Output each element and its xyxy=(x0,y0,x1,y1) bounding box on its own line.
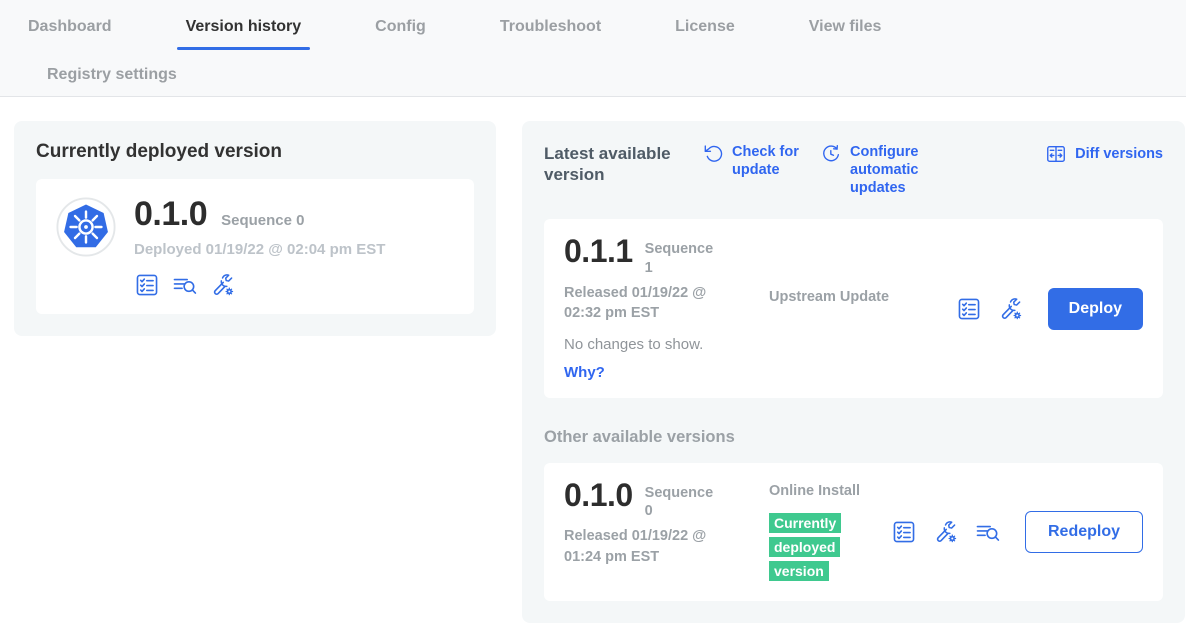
available-versions-panel: Latest available version Check for updat… xyxy=(522,121,1185,623)
latest-version-info: 0.1.1 Sequence 1 Released 01/19/22 @ 02:3… xyxy=(564,235,769,382)
edit-config-icon[interactable] xyxy=(998,296,1024,322)
configure-automatic-updates-label: Configure automatic updates xyxy=(850,143,978,197)
latest-released-timestamp: Released 01/19/22 @ 02:32 pm EST xyxy=(564,283,732,324)
edit-config-icon[interactable] xyxy=(210,272,236,298)
latest-version-actions: Deploy xyxy=(956,288,1143,330)
main-content: Currently deployed version xyxy=(0,97,1186,623)
deployed-version-number: 0.1.0 xyxy=(134,195,207,233)
diff-versions-label: Diff versions xyxy=(1075,145,1163,163)
tab-license[interactable]: License xyxy=(675,0,735,53)
currently-deployed-badge-text: Currently deployed version xyxy=(769,513,841,582)
edit-config-icon[interactable] xyxy=(933,519,959,545)
diff-versions-link[interactable]: Diff versions xyxy=(1045,143,1163,165)
other-version-actions: Redeploy xyxy=(891,511,1143,553)
latest-version-row: 0.1.1 Sequence 1 Released 01/19/22 @ 02:3… xyxy=(544,219,1163,398)
deploy-button[interactable]: Deploy xyxy=(1048,288,1143,330)
schedule-update-icon xyxy=(820,143,842,165)
other-version-info: 0.1.0 Sequence 0 Released 01/19/22 @ 01:2… xyxy=(564,479,769,585)
deployed-timestamp: Deployed 01/19/22 @ 02:04 pm EST xyxy=(134,241,385,258)
deployed-actions xyxy=(134,272,385,298)
tab-version-history[interactable]: Version history xyxy=(186,0,302,53)
preflight-checks-icon[interactable] xyxy=(891,519,917,545)
currently-deployed-badge: Currently deployed version xyxy=(769,512,857,585)
tab-config[interactable]: Config xyxy=(375,0,426,53)
preflight-checks-icon[interactable] xyxy=(956,296,982,322)
other-version-line: 0.1.0 Sequence 0 xyxy=(564,479,769,520)
available-versions-header: Latest available version Check for updat… xyxy=(544,143,1163,197)
other-source-column: Online Install Currently deployed versio… xyxy=(769,479,891,585)
check-for-update-label: Check for update xyxy=(732,143,814,179)
tab-registry-settings[interactable]: Registry settings xyxy=(47,66,177,84)
other-version-row: 0.1.0 Sequence 0 Released 01/19/22 @ 01:2… xyxy=(544,463,1163,601)
view-logs-icon[interactable] xyxy=(172,272,198,298)
redeploy-button[interactable]: Redeploy xyxy=(1025,511,1143,553)
deployed-version-card: 0.1.0 Sequence 0 Deployed 01/19/22 @ 02:0… xyxy=(36,179,474,314)
configure-automatic-updates-link[interactable]: Configure automatic updates xyxy=(820,143,1010,197)
tab-troubleshoot[interactable]: Troubleshoot xyxy=(500,0,601,53)
refresh-ccw-icon xyxy=(702,143,724,165)
other-source-label: Online Install xyxy=(769,481,891,501)
top-navigation: Dashboard Version history Config Trouble… xyxy=(0,0,1186,97)
why-link[interactable]: Why? xyxy=(564,364,605,381)
nav-tabs-row-1: Dashboard Version history Config Trouble… xyxy=(28,0,1186,53)
check-for-update-link[interactable]: Check for update xyxy=(702,143,820,179)
other-sequence-label: Sequence 0 xyxy=(645,479,719,520)
latest-source-label: Upstream Update xyxy=(769,235,891,382)
other-available-versions-heading: Other available versions xyxy=(544,428,1163,447)
currently-deployed-title: Currently deployed version xyxy=(36,141,474,163)
diff-icon xyxy=(1045,143,1067,165)
deployed-sequence-label: Sequence 0 xyxy=(221,212,304,229)
tab-view-files[interactable]: View files xyxy=(809,0,882,53)
preflight-checks-icon[interactable] xyxy=(134,272,160,298)
other-released-timestamp: Released 01/19/22 @ 01:24 pm EST xyxy=(564,526,732,567)
kubernetes-logo-icon xyxy=(56,197,116,257)
latest-version-number: 0.1.1 xyxy=(564,233,633,269)
currently-deployed-panel: Currently deployed version xyxy=(14,121,496,336)
nav-tabs-row-2: Registry settings xyxy=(28,53,1186,96)
tab-dashboard[interactable]: Dashboard xyxy=(28,0,112,53)
latest-available-title: Latest available version xyxy=(544,143,686,186)
deployed-version-line: 0.1.0 Sequence 0 xyxy=(134,197,385,233)
view-logs-icon[interactable] xyxy=(975,519,1001,545)
latest-version-line: 0.1.1 Sequence 1 xyxy=(564,235,769,276)
no-changes-text: No changes to show. xyxy=(564,336,769,353)
other-version-number: 0.1.0 xyxy=(564,477,633,513)
latest-sequence-label: Sequence 1 xyxy=(645,235,719,276)
deployed-version-info: 0.1.0 Sequence 0 Deployed 01/19/22 @ 02:0… xyxy=(134,197,385,298)
